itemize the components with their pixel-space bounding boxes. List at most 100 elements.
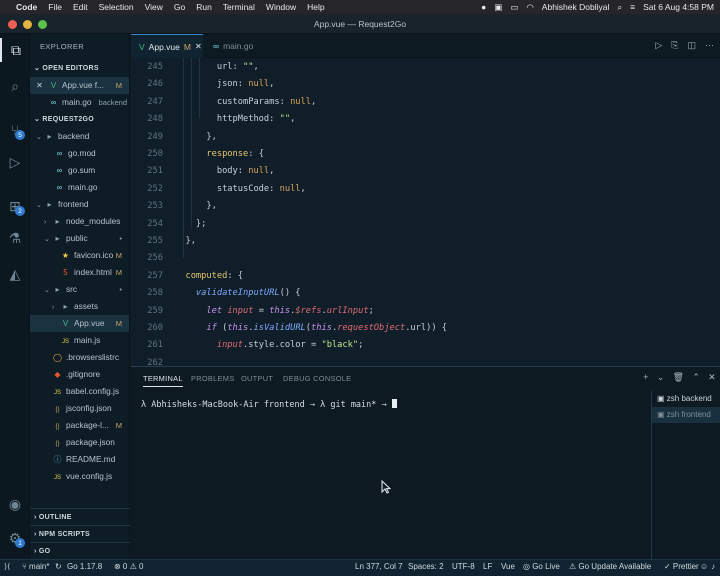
zoom-window-button[interactable]	[38, 20, 47, 29]
chevron-down-icon[interactable]: ⌄	[657, 372, 665, 383]
line-number: 246	[147, 79, 163, 90]
terminal-item-frontend[interactable]: ▣ zsh frontend	[652, 407, 720, 423]
add-terminal-icon[interactable]: +	[643, 372, 649, 383]
go-update[interactable]: ⚠ Go Update Available	[569, 562, 651, 571]
tree-file[interactable]: ∞ go.sum	[30, 162, 129, 179]
tree-folder[interactable]: ⌄ ▸ public •	[30, 230, 129, 247]
macos-menubar: Code File Edit Selection View Go Run Ter…	[0, 0, 720, 14]
tree-file[interactable]: ∞ main.go	[30, 179, 129, 196]
project-header[interactable]: ⌄ REQUEST2GO	[30, 111, 129, 128]
menu-window[interactable]: Window	[266, 2, 296, 12]
tab-app-vue[interactable]: V App.vue M ✕	[131, 34, 203, 58]
tree-file[interactable]: ⓘ README.md	[30, 451, 129, 468]
close-icon[interactable]: ✕	[708, 372, 716, 383]
tree-folder[interactable]: › ▸ node_modules	[30, 213, 129, 230]
git-branch[interactable]: ⑂ main*	[22, 562, 49, 571]
menu-help[interactable]: Help	[307, 2, 324, 12]
split-editor-icon[interactable]: ◫	[687, 40, 696, 51]
close-window-button[interactable]	[8, 20, 17, 29]
folder-icon: ▸	[55, 217, 60, 226]
tree-file[interactable]: ◆ .gitignore	[30, 366, 129, 383]
more-icon[interactable]: ⋯	[705, 40, 714, 51]
menu-go[interactable]: Go	[174, 2, 185, 12]
remote-icon[interactable]: ◭	[0, 262, 30, 286]
clock[interactable]: Sat 6 Aug 4:58 PM	[643, 2, 714, 12]
search-icon[interactable]: ⌕	[0, 74, 30, 98]
outline-section[interactable]: › OUTLINE	[30, 508, 130, 526]
extensions-icon[interactable]: ⊞ 2	[0, 194, 30, 218]
tab-terminal[interactable]: TERMINAL	[143, 374, 183, 387]
menu-run[interactable]: Run	[196, 2, 212, 12]
tree-file[interactable]: 5 index.html M	[30, 264, 129, 281]
tab-debug-console[interactable]: DEBUG CONSOLE	[283, 374, 351, 383]
terminal-output[interactable]: λ Abhisheks-MacBook-Air frontend → λ git…	[141, 399, 397, 410]
battery-icon[interactable]: ▭	[510, 2, 518, 13]
terminal-item-backend[interactable]: ▣ zsh backend	[652, 391, 720, 407]
tree-file[interactable]: JS main.js	[30, 332, 129, 349]
tree-folder-frontend[interactable]: ⌄ ▸ frontend	[30, 196, 129, 213]
tab-output[interactable]: OUTPUT	[241, 374, 273, 383]
menu-app-name[interactable]: Code	[16, 2, 37, 12]
menu-selection[interactable]: Selection	[99, 2, 134, 12]
tree-folder[interactable]: › ▸ assets	[30, 298, 129, 315]
encoding[interactable]: UTF-8	[452, 562, 475, 571]
close-icon[interactable]: ✕	[195, 42, 202, 51]
remote-indicator-icon[interactable]: ⟩⟨	[4, 562, 10, 571]
minimize-window-button[interactable]	[23, 20, 32, 29]
tree-file[interactable]: {} jsconfig.json	[30, 400, 129, 417]
feedback-icon[interactable]: ☺	[700, 562, 708, 571]
bell-icon[interactable]: ♪	[711, 562, 715, 571]
tab-main-go[interactable]: ∞ main.go	[205, 34, 275, 58]
tree-file[interactable]: JS vue.config.js	[30, 468, 129, 485]
go-section[interactable]: › GO	[30, 542, 130, 560]
prettier[interactable]: ✓ Prettier	[664, 562, 699, 571]
tree-file[interactable]: ★ favicon.ico M	[30, 247, 129, 264]
user-name[interactable]: Abhishek Dobliyal	[542, 2, 610, 12]
menu-terminal[interactable]: Terminal	[223, 2, 255, 12]
account-icon[interactable]: ◉	[0, 492, 30, 516]
menu-file[interactable]: File	[48, 2, 62, 12]
tree-file[interactable]: ∞ go.mod	[30, 145, 129, 162]
open-editors-header[interactable]: ⌄ OPEN EDITORS	[30, 60, 129, 77]
close-icon[interactable]: ✕	[34, 77, 45, 94]
go-live[interactable]: ◎ Go Live	[523, 562, 560, 571]
record-icon[interactable]: ●	[481, 2, 486, 12]
status-bar: ⟩⟨ ⑂ main* ↻ Go 1.17.8 ⊗ 0 ⚠ 0 Ln 377, C…	[0, 559, 720, 576]
tree-folder-backend[interactable]: ⌄ ▸ backend	[30, 128, 129, 145]
chevron-right-icon: ›	[44, 219, 47, 226]
menu-view[interactable]: View	[145, 2, 163, 12]
screen-icon[interactable]: ▣	[494, 2, 502, 13]
problems-count[interactable]: ⊗ 0 ⚠ 0	[114, 562, 143, 571]
language-mode[interactable]: Vue	[501, 562, 515, 571]
tab-problems[interactable]: PROBLEMS	[191, 374, 234, 383]
menu-edit[interactable]: Edit	[73, 2, 88, 12]
trash-icon[interactable]: 🗑	[673, 372, 685, 383]
line-ending[interactable]: LF	[483, 562, 492, 571]
run-debug-icon[interactable]: ▷	[0, 150, 30, 174]
tree-file-selected[interactable]: V App.vue M	[30, 315, 129, 332]
explorer-icon[interactable]: ⧉	[0, 38, 30, 62]
tree-folder[interactable]: ⌄ ▸ src •	[30, 281, 129, 298]
control-center-icon[interactable]: ≡	[630, 2, 635, 12]
tree-file[interactable]: JS babel.config.js	[30, 383, 129, 400]
open-editor-item[interactable]: ∞ main.go backend	[30, 94, 129, 111]
settings-gear-icon[interactable]: ⚙ 1	[0, 526, 30, 550]
search-icon[interactable]: ⌕	[617, 2, 622, 13]
run-icon[interactable]: ▷	[655, 40, 662, 51]
npm-scripts-section[interactable]: › NPM SCRIPTS	[30, 525, 130, 543]
indentation[interactable]: Spaces: 2	[408, 562, 444, 571]
chevron-up-icon[interactable]: ⌃	[692, 372, 700, 383]
tree-file[interactable]: {} package-l... M	[30, 417, 129, 434]
compare-icon[interactable]: ⎘	[671, 40, 678, 51]
source-control-icon[interactable]: ⑂ 5	[0, 118, 30, 142]
open-editor-item[interactable]: ✕ V App.vue f... M	[30, 77, 129, 94]
tree-file[interactable]: ◯ .browserslistrc	[30, 349, 129, 366]
sync-icon[interactable]: ↻	[55, 562, 62, 571]
wifi-icon[interactable]: ◠	[526, 2, 533, 13]
tree-file[interactable]: {} package.json	[30, 434, 129, 451]
go-version[interactable]: Go 1.17.8	[67, 562, 102, 571]
cursor-position[interactable]: Ln 377, Col 7	[355, 562, 403, 571]
code-editor[interactable]: 245 url: "", 246 json: null, 247 customPar…	[131, 58, 720, 366]
dot-badge: •	[119, 285, 122, 294]
testing-icon[interactable]: ⚗	[0, 226, 30, 250]
